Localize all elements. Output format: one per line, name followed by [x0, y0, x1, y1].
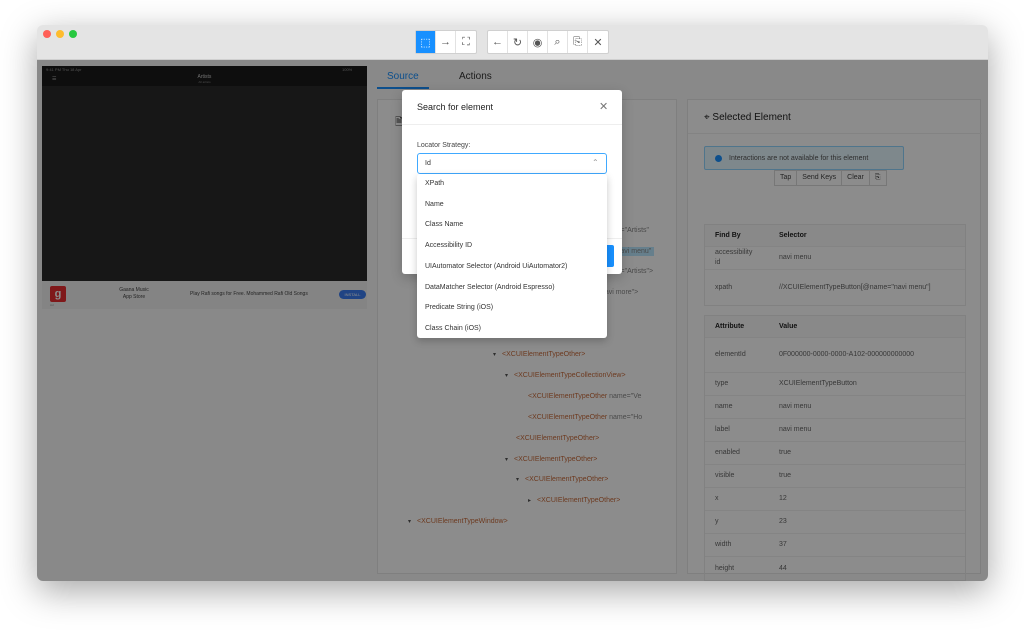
search-icon[interactable]: ⌕: [548, 31, 568, 53]
copy-icon[interactable]: ⎘: [568, 31, 588, 53]
zoom-window-button[interactable]: [69, 30, 77, 38]
refresh-icon[interactable]: ↻: [508, 31, 528, 53]
locator-option[interactable]: Predicate String (iOS): [425, 304, 493, 311]
locator-option[interactable]: UIAutomator Selector (Android UiAutomato…: [425, 263, 567, 270]
chevron-up-icon: ⌃: [592, 158, 599, 167]
locator-strategy-label: Locator Strategy:: [417, 142, 471, 149]
select-element-icon[interactable]: ⬚: [416, 31, 436, 53]
locator-strategy-value: Id: [425, 160, 431, 167]
minimize-window-button[interactable]: [56, 30, 64, 38]
close-window-button[interactable]: [43, 30, 51, 38]
quit-session-icon[interactable]: ✕: [588, 31, 608, 53]
toolbar-mode-group: ⬚ → ⛶: [415, 30, 477, 54]
tap-coordinates-icon[interactable]: ⛶: [456, 31, 476, 53]
swipe-icon[interactable]: →: [436, 31, 456, 53]
app-window: ⬚ → ⛶ ← ↻ ◉ ⌕ ⎘ ✕ 9:41 PM Thu 18 Apr 100…: [37, 25, 988, 581]
modal-title: Search for element: [417, 102, 494, 112]
close-icon[interactable]: ✕: [599, 100, 608, 113]
eye-icon[interactable]: ◉: [528, 31, 548, 53]
locator-option[interactable]: XPath: [425, 180, 444, 187]
locator-option[interactable]: DataMatcher Selector (Android Espresso): [425, 284, 555, 291]
locator-strategy-dropdown: XPath Name Class Name Accessibility ID UIAut…: [417, 174, 607, 338]
back-icon[interactable]: ←: [488, 31, 508, 53]
locator-option[interactable]: Accessibility ID: [425, 242, 472, 249]
locator-strategy-select[interactable]: Id ⌃: [417, 153, 607, 174]
toolbar-actions-group: ← ↻ ◉ ⌕ ⎘ ✕: [487, 30, 609, 54]
title-bar: ⬚ → ⛶ ← ↻ ◉ ⌕ ⎘ ✕: [37, 25, 988, 60]
locator-option[interactable]: Class Chain (iOS): [425, 325, 481, 332]
locator-option[interactable]: Name: [425, 201, 444, 208]
locator-option[interactable]: Class Name: [425, 221, 463, 228]
modal-header: Search for element ✕: [402, 90, 622, 125]
